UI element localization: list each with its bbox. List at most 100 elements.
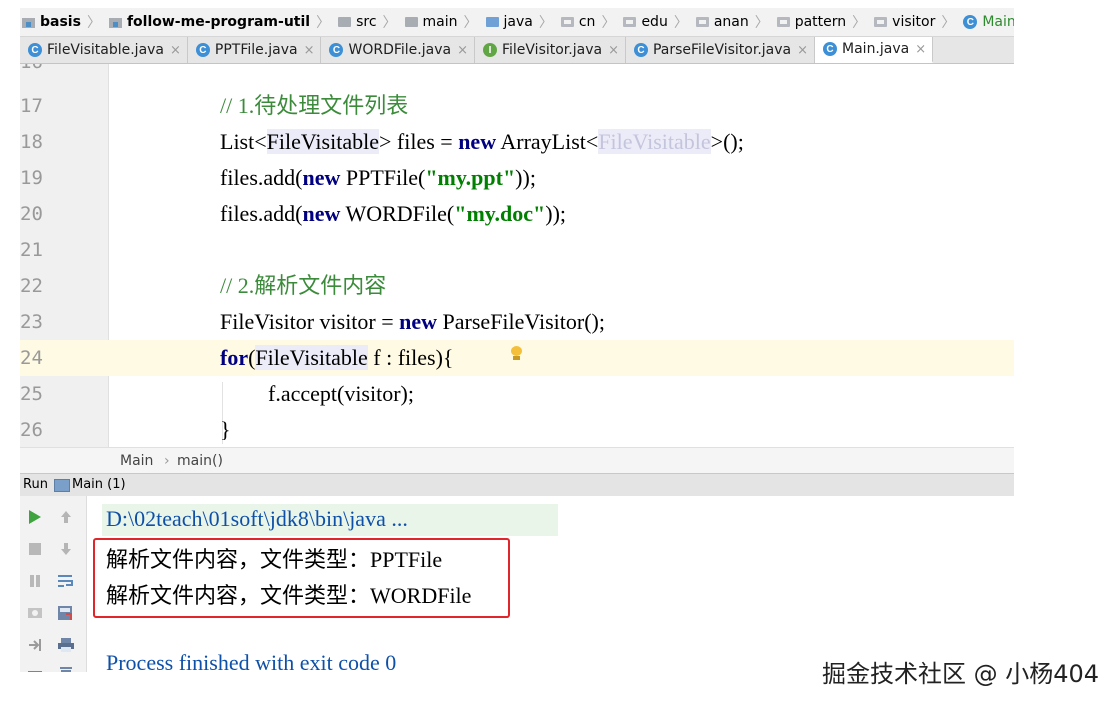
package-icon xyxy=(695,17,709,27)
package-icon xyxy=(776,17,790,27)
breadcrumb-separator-icon: 〉 xyxy=(852,15,867,31)
code-line[interactable]: 26} xyxy=(20,412,1014,447)
code-line[interactable]: 22 // 2.解析文件内容 xyxy=(20,268,1014,304)
breadcrumb-main[interactable]: CMain〉 xyxy=(959,12,1014,32)
breadcrumb-basis[interactable]: basis 〉 xyxy=(20,12,105,32)
code-token: PPTFile( xyxy=(340,165,426,190)
intention-bulb-icon[interactable] xyxy=(510,346,523,360)
breadcrumb-class[interactable]: Main xyxy=(120,448,153,474)
breadcrumb-separator-icon: 〉 xyxy=(86,15,101,31)
breadcrumb-edu[interactable]: edu 〉 xyxy=(619,12,691,32)
close-icon[interactable]: × xyxy=(170,43,181,58)
code-line[interactable]: 25 f.accept(visitor); xyxy=(20,376,1014,412)
tab-label: FileVisitor.java xyxy=(501,42,603,58)
class-icon: C xyxy=(633,43,648,57)
run-label: Run xyxy=(23,477,48,492)
code-token: FileVisitor visitor = xyxy=(220,309,400,334)
rerun-icon[interactable] xyxy=(26,508,44,526)
scroll-down-icon[interactable] xyxy=(57,540,75,558)
code-text: files.add(new PPTFile("my.ppt")); xyxy=(220,160,536,196)
code-editor[interactable]: 1617// 1.待处理文件列表18List<FileVisitable> fi… xyxy=(20,64,1014,447)
run-config-icon xyxy=(54,479,70,492)
tab-main[interactable]: C Main.java × xyxy=(815,37,934,63)
code-line[interactable]: 23 FileVisitor visitor = new ParseFileVis… xyxy=(20,304,1014,340)
breadcrumb-follow-me-program-util[interactable]: follow-me-program-util 〉 xyxy=(105,12,334,32)
tab-filevisitor[interactable]: I FileVisitor.java × xyxy=(475,37,626,63)
interface-icon: I xyxy=(482,43,497,57)
breadcrumb-java[interactable]: java 〉 xyxy=(482,12,557,32)
tab-filevisitable[interactable]: C FileVisitable.java × xyxy=(20,37,188,63)
breadcrumb-visitor[interactable]: visitor 〉 xyxy=(870,12,959,32)
close-icon[interactable]: × xyxy=(304,43,315,58)
breadcrumb-method[interactable]: main() xyxy=(177,448,223,474)
navigation-bar: basis 〉 follow-me-program-util 〉 src 〉 main 〉 ja… xyxy=(20,8,1014,37)
code-token: } xyxy=(220,417,231,442)
close-icon[interactable]: × xyxy=(797,43,808,58)
dump-threads-icon[interactable] xyxy=(26,604,44,622)
code-token: "my.doc" xyxy=(454,201,546,226)
code-line[interactable]: 17 // 1.待处理文件列表 xyxy=(20,88,1014,124)
tab-label: ParseFileVisitor.java xyxy=(652,42,792,58)
print-icon[interactable] xyxy=(57,636,75,654)
run-tool-window-header: Run Main (1) xyxy=(20,473,1014,497)
class-icon: C xyxy=(823,42,838,56)
code-text: f.accept(visitor); xyxy=(268,376,414,412)
scroll-up-icon[interactable] xyxy=(57,508,75,526)
code-token: > files = xyxy=(378,129,459,154)
soft-wrap-icon[interactable] xyxy=(57,572,75,590)
code-token: >(); xyxy=(710,129,744,154)
console-exit-message: Process finished with exit code 0 xyxy=(106,650,397,672)
trash-icon[interactable] xyxy=(57,662,75,672)
breadcrumb-label: pattern xyxy=(794,14,847,30)
breadcrumb-label: Main xyxy=(982,14,1014,30)
breadcrumb-separator-icon: 〉 xyxy=(941,15,956,31)
line-number: 21 xyxy=(20,239,43,261)
breadcrumb-label: main xyxy=(422,14,458,30)
code-line[interactable]: 20 files.add(new WORDFile("my.doc")); xyxy=(20,196,1014,232)
class-icon: C xyxy=(28,43,42,57)
package-icon xyxy=(560,17,574,27)
tab-label: FileVisitable.java xyxy=(47,42,165,58)
close-icon[interactable]: × xyxy=(915,42,926,57)
tab-parsefilevisitor[interactable]: C ParseFileVisitor.java × xyxy=(626,37,816,63)
breadcrumb-label: basis xyxy=(40,14,81,30)
stop-icon[interactable] xyxy=(26,540,44,558)
tab-label: WORDFile.java xyxy=(348,42,452,58)
close-icon[interactable]: × xyxy=(457,43,468,58)
tab-wordfile[interactable]: C WORDFile.java × xyxy=(321,37,475,63)
code-token: new xyxy=(302,201,341,226)
breadcrumb-cn[interactable]: cn 〉 xyxy=(557,12,620,32)
line-number: 22 xyxy=(20,275,43,297)
code-text: files.add(new WORDFile("my.doc")); xyxy=(220,196,566,232)
breadcrumb-label: java xyxy=(503,14,533,30)
close-icon[interactable]: × xyxy=(608,43,619,58)
scroll-to-end-icon[interactable] xyxy=(57,604,75,622)
line-number: 25 xyxy=(20,383,43,405)
breadcrumb-label: src xyxy=(356,14,377,30)
code-line[interactable]: 19 files.add(new PPTFile("my.ppt")); xyxy=(20,160,1014,196)
code-line[interactable]: 18 List<FileVisitable> files = new ArrayL… xyxy=(20,124,1014,160)
code-line[interactable]: 21 xyxy=(20,232,1014,268)
run-config-tab[interactable]: Main (1) xyxy=(72,474,126,496)
breadcrumb-separator: › xyxy=(164,453,170,469)
breadcrumb-label: follow-me-program-util xyxy=(126,14,311,30)
line-number: 17 xyxy=(20,95,43,117)
watermark: 掘金技术社区 @ 小杨404 xyxy=(822,660,1100,688)
code-token: FileVisitable xyxy=(255,345,368,370)
pause-icon[interactable] xyxy=(26,572,44,590)
breadcrumb-anan[interactable]: anan 〉 xyxy=(692,12,773,32)
tab-pptfile[interactable]: C PPTFile.java × xyxy=(188,37,322,63)
code-token: FileVisitable xyxy=(266,129,379,154)
code-token: // 1.待处理文件列表 xyxy=(220,93,409,118)
code-token: new xyxy=(399,309,438,334)
console-command-line: D:\02teach\01soft\jdk8\bin\java ... xyxy=(106,506,408,531)
exit-icon[interactable] xyxy=(26,636,44,654)
code-token: ParseFileVisitor(); xyxy=(437,309,605,334)
code-text: List<FileVisitable> files = new ArrayLis… xyxy=(220,124,744,160)
breadcrumb-src[interactable]: src 〉 xyxy=(334,12,400,32)
code-text: } xyxy=(220,412,231,447)
breadcrumb-main[interactable]: main 〉 xyxy=(401,12,482,32)
code-token: new xyxy=(302,165,341,190)
settings-icon[interactable] xyxy=(26,664,44,672)
breadcrumb-pattern[interactable]: pattern 〉 xyxy=(773,12,870,32)
